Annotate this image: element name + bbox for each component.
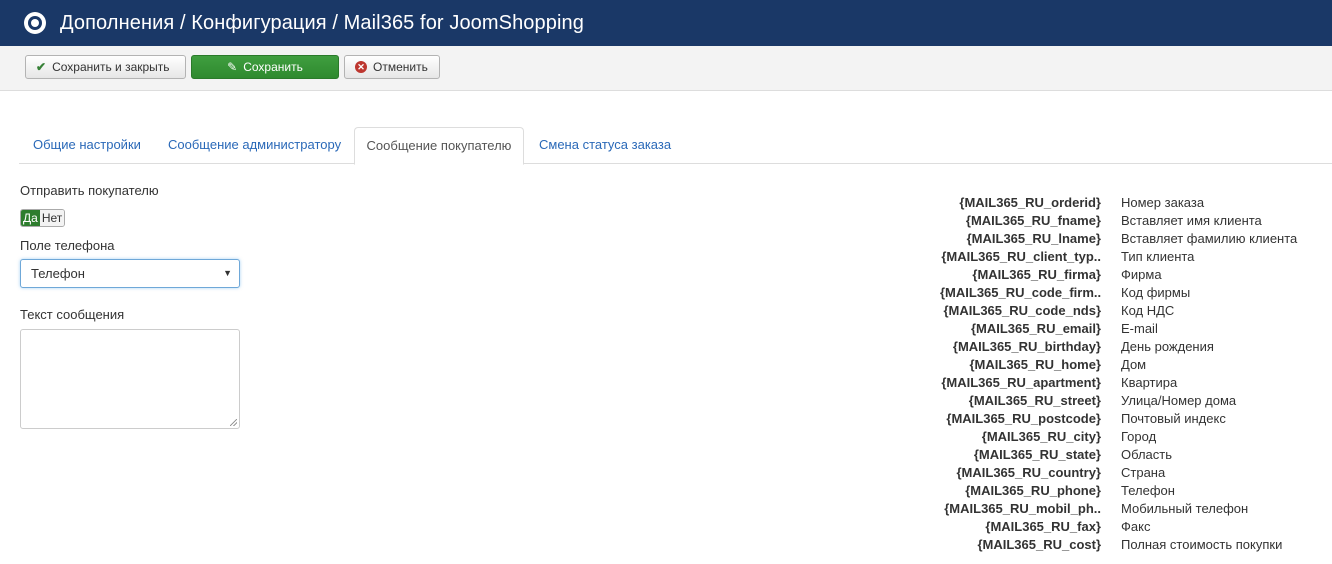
tag-row: {MAIL365_RU_street} Улица/Номер дома bbox=[900, 392, 1332, 410]
tag-key: {MAIL365_RU_client_typ.. bbox=[941, 249, 1101, 264]
tag-key: {MAIL365_RU_apartment} bbox=[941, 375, 1101, 390]
toolbar: ✔ Сохранить и закрыть ✎ Сохранить ✕ Отме… bbox=[0, 46, 1332, 91]
tag-description: Квартира bbox=[1121, 375, 1178, 390]
toggle-no-option[interactable]: Нет bbox=[39, 210, 65, 226]
tag-key: {MAIL365_RU_mobil_ph.. bbox=[944, 501, 1101, 516]
tag-row: {MAIL365_RU_phone} Телефон bbox=[900, 482, 1332, 500]
tag-description: Номер заказа bbox=[1121, 195, 1205, 210]
tag-description: Код НДС bbox=[1121, 303, 1175, 318]
tag-description: Страна bbox=[1121, 465, 1166, 480]
tag-row: {MAIL365_RU_mobil_ph.. Мобильный телефон bbox=[900, 500, 1332, 518]
tag-key: {MAIL365_RU_email} bbox=[970, 321, 1101, 336]
tag-key: {MAIL365_RU_fax} bbox=[985, 519, 1101, 534]
placeholder-tag-list: {MAIL365_RU_orderid} Номер заказа {MAIL365… bbox=[900, 194, 1332, 554]
tag-row: {MAIL365_RU_cost} Полная стоимость покупк… bbox=[900, 536, 1332, 554]
page-title: Дополнения / Конфигурация / Mail365 for … bbox=[60, 11, 584, 34]
tag-description: Код фирмы bbox=[1121, 285, 1191, 300]
tag-row: {MAIL365_RU_birthday} День рождения bbox=[900, 338, 1332, 356]
tag-description: Мобильный телефон bbox=[1121, 501, 1249, 516]
tag-key: {MAIL365_RU_birthday} bbox=[952, 339, 1101, 354]
tag-key: {MAIL365_RU_code_firm.. bbox=[940, 285, 1101, 300]
tag-key: {MAIL365_RU_cost} bbox=[977, 537, 1101, 552]
tag-description: День рождения bbox=[1121, 339, 1214, 354]
tag-key: {MAIL365_RU_lname} bbox=[966, 231, 1101, 246]
cancel-icon: ✕ bbox=[355, 61, 367, 73]
tag-description: Вставляет имя клиента bbox=[1121, 213, 1262, 228]
message-text-label: Текст сообщения bbox=[20, 307, 125, 322]
tag-row: {MAIL365_RU_home} Дом bbox=[900, 356, 1332, 374]
tag-description: Факс bbox=[1121, 519, 1151, 534]
header-bar: Дополнения / Конфигурация / Mail365 for … bbox=[0, 0, 1332, 46]
tag-key: {MAIL365_RU_fname} bbox=[965, 213, 1101, 228]
tag-key: {MAIL365_RU_code_nds} bbox=[943, 303, 1102, 318]
save-and-close-button[interactable]: ✔ Сохранить и закрыть bbox=[25, 55, 186, 79]
tag-key: {MAIL365_RU_phone} bbox=[965, 483, 1101, 498]
tag-key: {MAIL365_RU_street} bbox=[968, 393, 1101, 408]
tag-row: {MAIL365_RU_fname} Вставляет имя клиента bbox=[900, 212, 1332, 230]
tag-row: {MAIL365_RU_code_firm.. Код фирмы bbox=[900, 284, 1332, 302]
phone-field-select[interactable]: Телефон ▼ bbox=[20, 259, 240, 288]
phone-field-label: Поле телефона bbox=[20, 238, 115, 253]
phone-field-value: Телефон bbox=[31, 266, 85, 281]
cancel-button[interactable]: ✕ Отменить bbox=[344, 55, 440, 79]
tag-description: Тип клиента bbox=[1121, 249, 1195, 264]
tab-bar: Общие настройки Сообщение администратору… bbox=[19, 127, 1332, 165]
tag-row: {MAIL365_RU_postcode} Почтовый индекс bbox=[900, 410, 1332, 428]
tag-description: Полная стоимость покупки bbox=[1121, 537, 1283, 552]
tag-row: {MAIL365_RU_orderid} Номер заказа bbox=[900, 194, 1332, 212]
tag-row: {MAIL365_RU_email} E-mail bbox=[900, 320, 1332, 338]
checkmark-icon: ✔ bbox=[36, 60, 47, 74]
tab-buyer-message[interactable]: Сообщение покупателю bbox=[354, 127, 524, 165]
message-text-area[interactable] bbox=[20, 329, 240, 429]
tag-row: {MAIL365_RU_state} Область bbox=[900, 446, 1332, 464]
tab-order-status-change[interactable]: Смена статуса заказа bbox=[525, 127, 685, 164]
tag-description: Город bbox=[1121, 429, 1157, 444]
caret-down-icon: ▼ bbox=[223, 268, 232, 278]
tag-row: {MAIL365_RU_fax} Факс bbox=[900, 518, 1332, 536]
tag-key: {MAIL365_RU_home} bbox=[969, 357, 1102, 372]
tab-general-settings[interactable]: Общие настройки bbox=[19, 127, 155, 164]
tag-key: {MAIL365_RU_orderid} bbox=[959, 195, 1101, 210]
tag-description: Дом bbox=[1121, 357, 1147, 372]
tag-key: {MAIL365_RU_city} bbox=[981, 429, 1101, 444]
tag-description: Почтовый индекс bbox=[1121, 411, 1226, 426]
tag-key: {MAIL365_RU_state} bbox=[973, 447, 1101, 462]
tag-description: Телефон bbox=[1121, 483, 1175, 498]
tag-row: {MAIL365_RU_apartment} Квартира bbox=[900, 374, 1332, 392]
tag-key: {MAIL365_RU_firma} bbox=[972, 267, 1101, 282]
tag-row: {MAIL365_RU_lname} Вставляет фамилию клие… bbox=[900, 230, 1332, 248]
tag-key: {MAIL365_RU_postcode} bbox=[946, 411, 1101, 426]
cancel-label: Отменить bbox=[373, 60, 428, 74]
tag-description: Фирма bbox=[1121, 267, 1162, 282]
tag-description: Область bbox=[1121, 447, 1173, 462]
tag-description: Вставляет фамилию клиента bbox=[1121, 231, 1298, 246]
tag-row: {MAIL365_RU_city} Город bbox=[900, 428, 1332, 446]
tag-row: {MAIL365_RU_code_nds} Код НДС bbox=[900, 302, 1332, 320]
edit-icon: ✎ bbox=[227, 60, 238, 74]
tag-row: {MAIL365_RU_country} Страна bbox=[900, 464, 1332, 482]
tab-admin-message[interactable]: Сообщение администратору bbox=[154, 127, 355, 164]
send-to-buyer-label: Отправить покупателю bbox=[20, 183, 159, 198]
target-icon bbox=[24, 12, 46, 34]
tag-key: {MAIL365_RU_country} bbox=[956, 465, 1102, 480]
tag-description: Улица/Номер дома bbox=[1121, 393, 1237, 408]
tag-row: {MAIL365_RU_firma} Фирма bbox=[900, 266, 1332, 284]
tag-row: {MAIL365_RU_client_typ.. Тип клиента bbox=[900, 248, 1332, 266]
send-to-buyer-toggle: Да Нет bbox=[20, 209, 66, 227]
tag-description: E-mail bbox=[1121, 321, 1158, 336]
save-button[interactable]: ✎ Сохранить bbox=[191, 55, 339, 79]
toggle-yes-option[interactable]: Да bbox=[21, 210, 40, 226]
save-and-close-label: Сохранить и закрыть bbox=[52, 60, 170, 74]
save-label: Сохранить bbox=[243, 60, 303, 74]
